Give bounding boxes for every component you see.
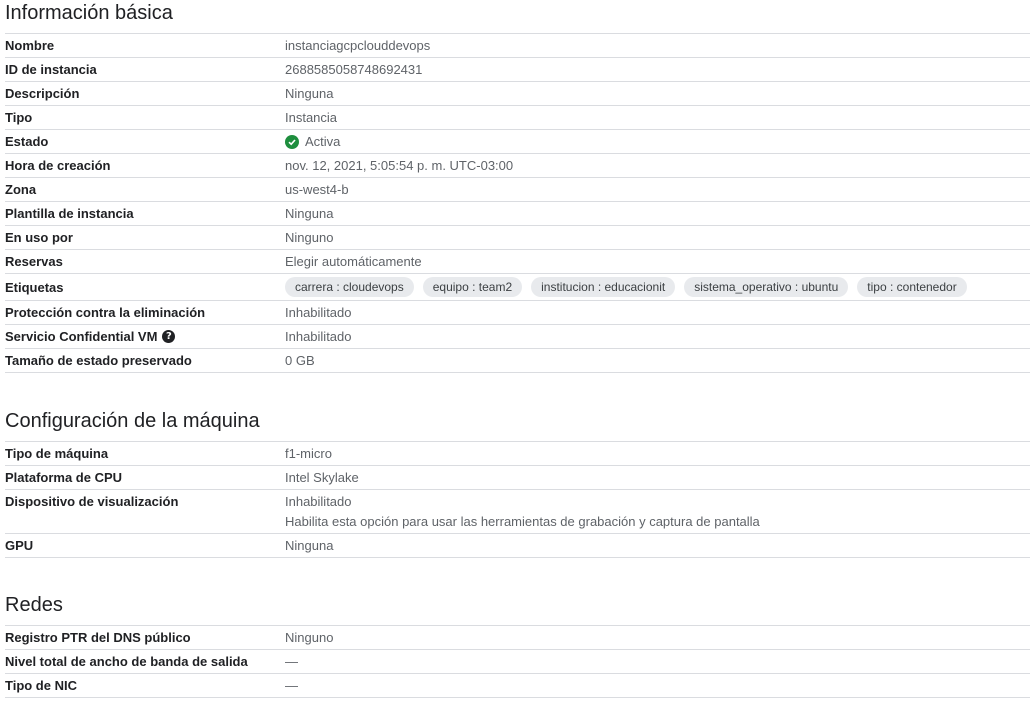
row-key: Etiquetas: [5, 280, 64, 295]
row-key: Hora de creación: [5, 158, 111, 173]
row-value: us-west4-b: [285, 182, 349, 197]
row-key: Servicio Confidential VM ?: [5, 325, 285, 348]
row-value: —: [285, 654, 298, 669]
row-key: Reservas: [5, 254, 63, 269]
row-key: Zona: [5, 182, 37, 197]
label-chip[interactable]: institucion : educacionit: [531, 277, 676, 297]
row-key-text: Servicio Confidential VM: [5, 329, 158, 344]
machine-config-table: Tipo de máquina f1-micro Plataforma de C…: [5, 441, 1030, 558]
row-key: Descripción: [5, 86, 80, 101]
row-value: f1-micro: [285, 446, 332, 461]
row-value: Inhabilitado: [285, 329, 352, 344]
row-egress-bandwidth: Nivel total de ancho de banda de salida …: [5, 650, 1030, 674]
row-instance-template: Plantilla de instancia Ninguna: [5, 202, 1030, 226]
label-chip[interactable]: equipo : team2: [422, 277, 523, 297]
basic-info-table: Nombre instanciagcpclouddevops ID de ins…: [5, 33, 1030, 373]
check-circle-icon: [285, 135, 299, 149]
row-value: Elegir automáticamente: [285, 254, 422, 269]
row-value: 2688585058748692431: [285, 62, 423, 77]
row-display-device: Dispositivo de visualización Inhabilitad…: [5, 490, 1030, 534]
section-title-network: Redes: [5, 594, 63, 616]
row-key: Tipo: [5, 110, 33, 125]
row-name: Nombre instanciagcpclouddevops: [5, 34, 1030, 58]
row-value: Ninguna: [285, 206, 334, 221]
row-type: Tipo Instancia: [5, 106, 1030, 130]
row-confidential-vm: Servicio Confidential VM ? Inhabilitado: [5, 325, 1030, 349]
row-key: Plantilla de instancia: [5, 206, 134, 221]
section-title-basic: Información básica: [5, 2, 173, 24]
display-device-hint: Habilita esta opción para usar las herra…: [285, 514, 760, 529]
row-key: Registro PTR del DNS público: [5, 630, 191, 645]
status-text: Activa: [305, 134, 341, 149]
row-value: Inhabilitado Habilita esta opción para u…: [285, 490, 1030, 533]
status-value: Activa: [285, 130, 1030, 153]
row-key: ID de instancia: [5, 62, 97, 77]
row-key: Nombre: [5, 38, 55, 53]
label-chip[interactable]: carrera : cloudevops: [285, 277, 414, 297]
row-description: Descripción Ninguna: [5, 82, 1030, 106]
row-key: Dispositivo de visualización: [5, 494, 179, 509]
row-dns-ptr: Registro PTR del DNS público Ninguno: [5, 626, 1030, 650]
row-value: Ninguno: [285, 630, 334, 645]
row-reservations: Reservas Elegir automáticamente: [5, 250, 1030, 274]
row-key: En uso por: [5, 230, 73, 245]
row-value: Inhabilitado: [285, 305, 352, 320]
row-status: Estado Activa: [5, 130, 1030, 154]
row-creation-time: Hora de creación nov. 12, 2021, 5:05:54 …: [5, 154, 1030, 178]
row-machine-type: Tipo de máquina f1-micro: [5, 442, 1030, 466]
row-key: Tamaño de estado preservado: [5, 353, 192, 368]
display-device-value: Inhabilitado: [285, 494, 352, 509]
row-cpu-platform: Plataforma de CPU Intel Skylake: [5, 466, 1030, 490]
help-icon[interactable]: ?: [162, 330, 176, 343]
labels-chips: carrera : cloudevops equipo : team2 inst…: [285, 274, 1030, 300]
row-value: nov. 12, 2021, 5:05:54 p. m. UTC-03:00: [285, 158, 514, 173]
row-nic-type: Tipo de NIC —: [5, 674, 1030, 698]
section-title-machine: Configuración de la máquina: [5, 410, 260, 432]
label-chip[interactable]: sistema_operativo : ubuntu: [684, 277, 849, 297]
row-value: Ninguno: [285, 230, 334, 245]
row-labels: Etiquetas carrera : cloudevops equipo : …: [5, 274, 1030, 301]
row-value: 0 GB: [285, 353, 315, 368]
row-value: Ninguna: [285, 538, 334, 553]
row-gpu: GPU Ninguna: [5, 534, 1030, 558]
row-in-use-by: En uso por Ninguno: [5, 226, 1030, 250]
row-zone: Zona us-west4-b: [5, 178, 1030, 202]
row-preserved-state-size: Tamaño de estado preservado 0 GB: [5, 349, 1030, 373]
row-key: Tipo de NIC: [5, 678, 77, 693]
row-key: Plataforma de CPU: [5, 470, 123, 485]
network-table: Registro PTR del DNS público Ninguno Niv…: [5, 625, 1030, 698]
row-value: Intel Skylake: [285, 470, 359, 485]
row-value: —: [285, 678, 298, 693]
row-instance-id: ID de instancia 2688585058748692431: [5, 58, 1030, 82]
row-key: Tipo de máquina: [5, 446, 109, 461]
row-value: Instancia: [285, 110, 338, 125]
row-key: Nivel total de ancho de banda de salida: [5, 654, 248, 669]
row-value: Ninguna: [285, 86, 334, 101]
row-key: GPU: [5, 538, 34, 553]
row-key: Protección contra la eliminación: [5, 305, 206, 320]
row-key: Estado: [5, 134, 49, 149]
row-value: instanciagcpclouddevops: [285, 38, 431, 53]
row-deletion-protection: Protección contra la eliminación Inhabil…: [5, 301, 1030, 325]
label-chip[interactable]: tipo : contenedor: [857, 277, 967, 297]
